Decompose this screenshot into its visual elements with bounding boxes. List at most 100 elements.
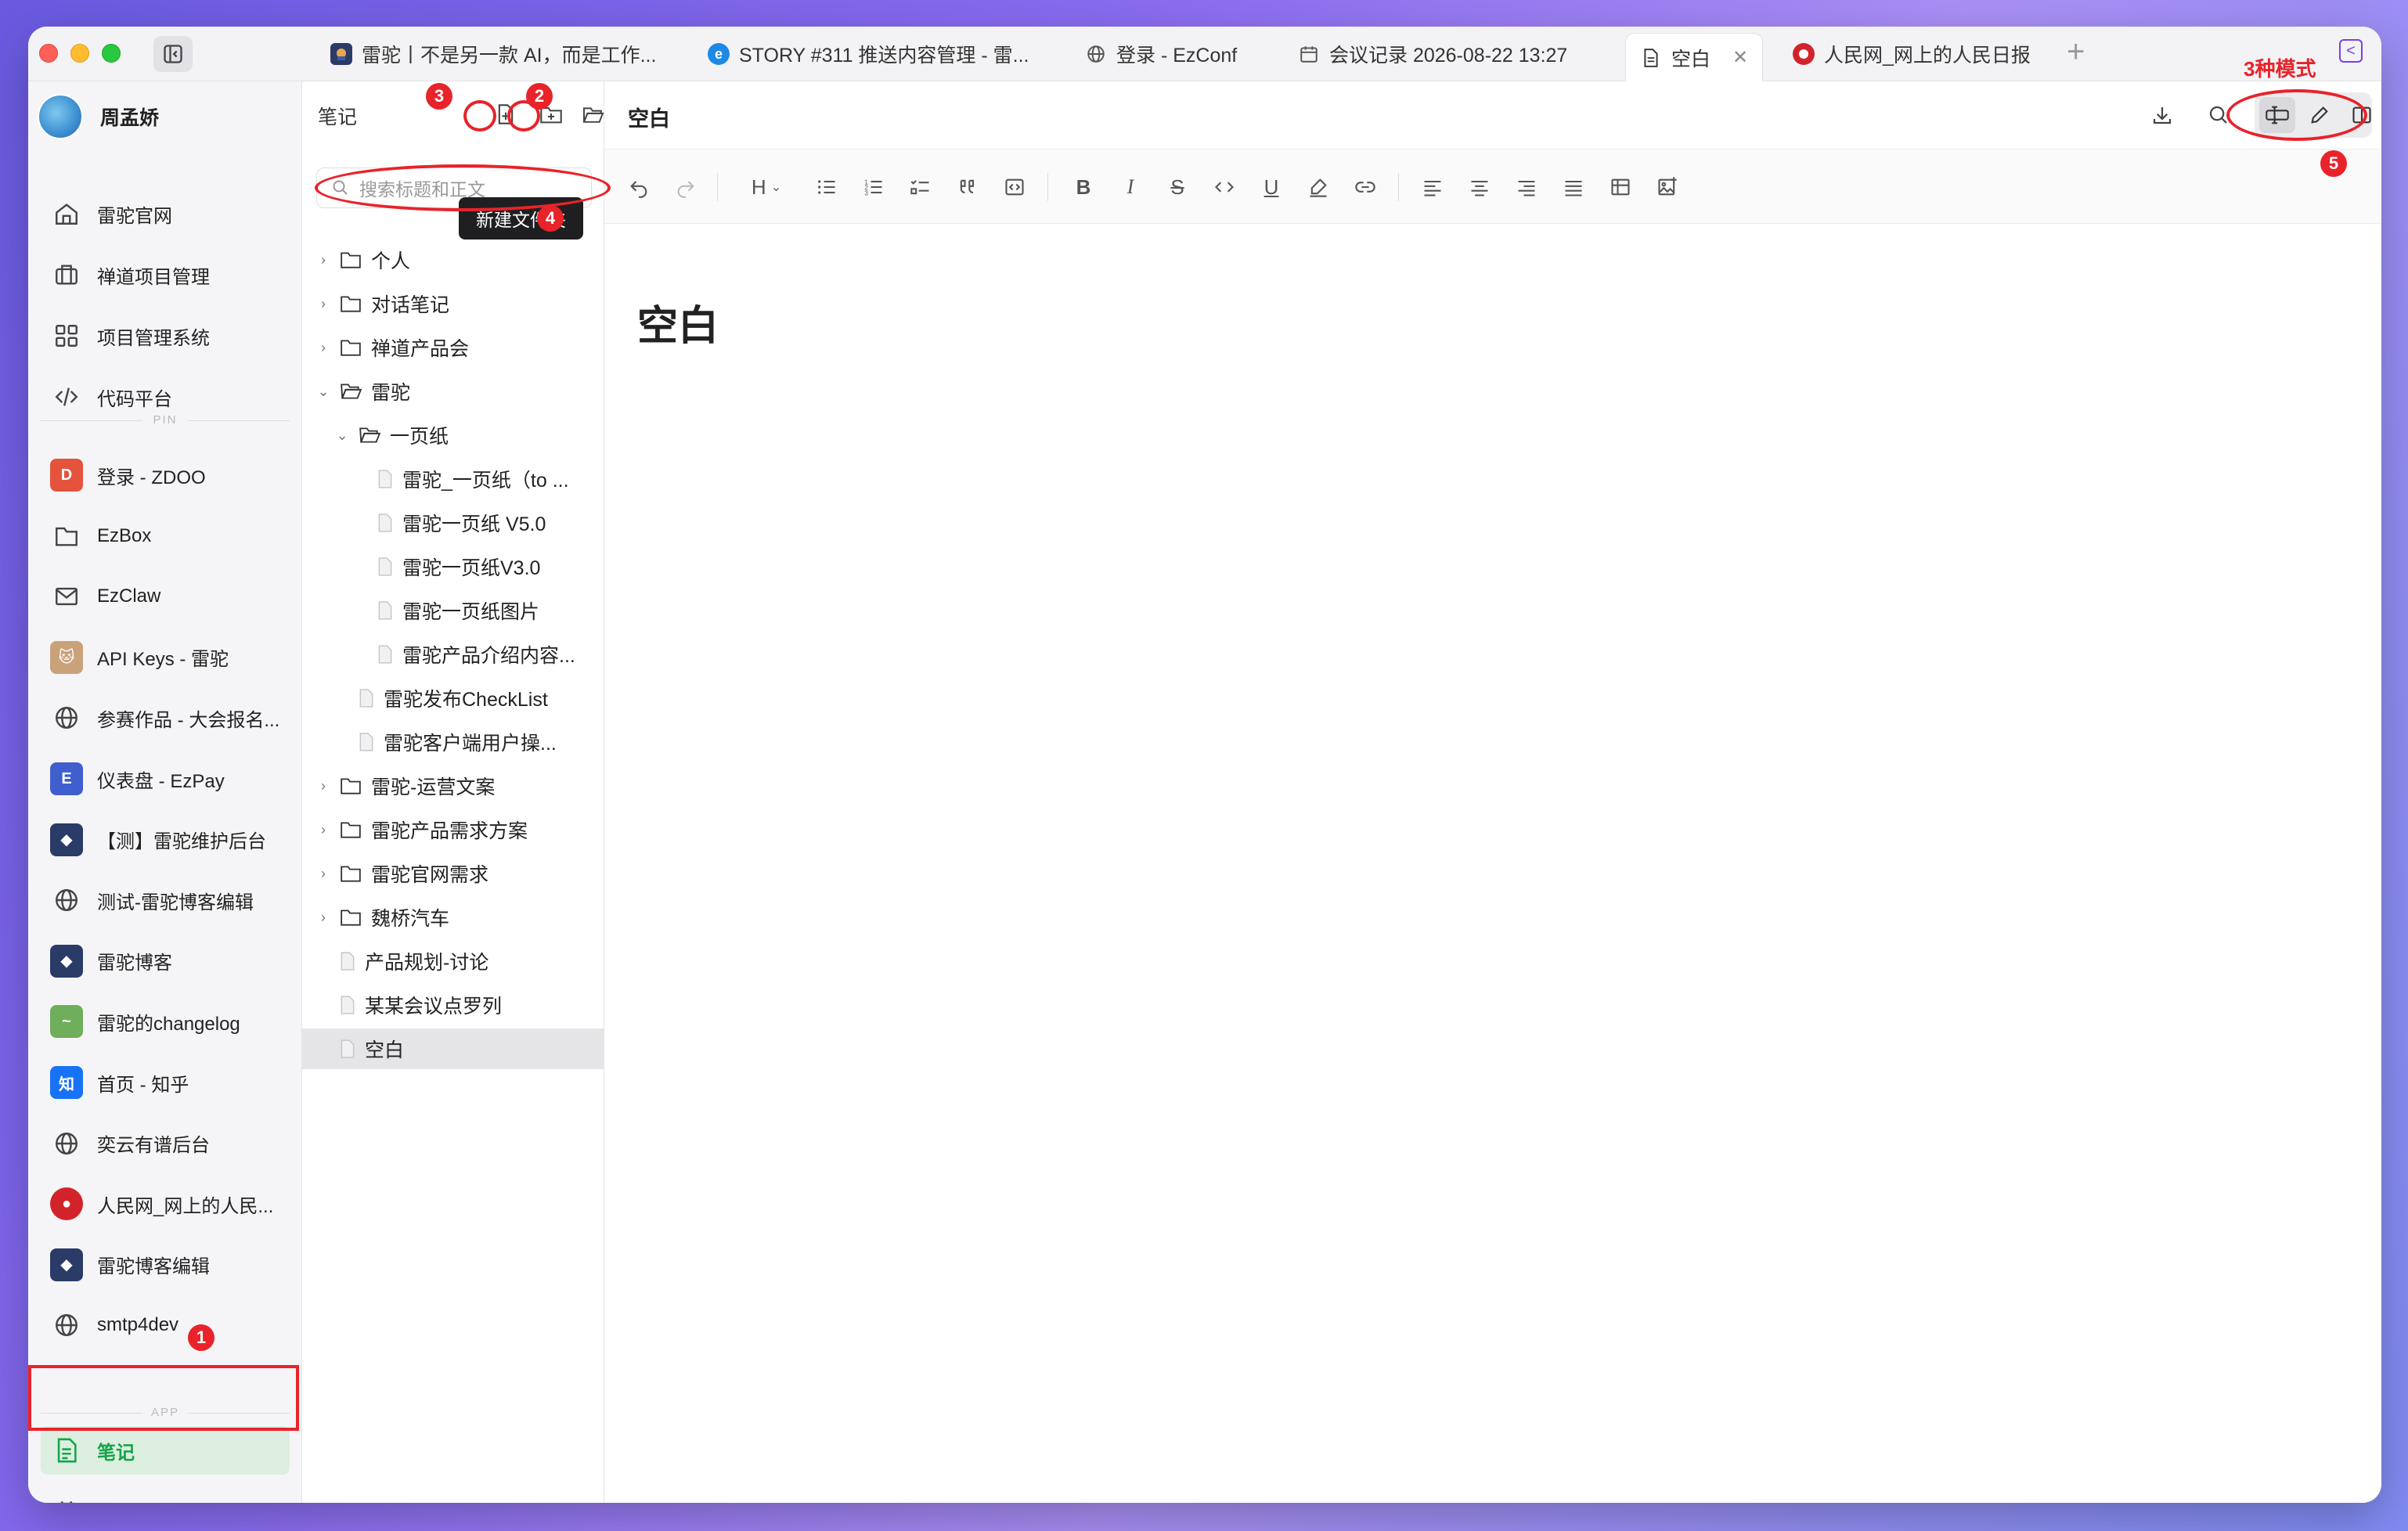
task-list-button[interactable]	[903, 170, 938, 204]
tree-file[interactable]: 某某会议点罗列	[302, 985, 604, 1025]
sidebar-pinned-item[interactable]: 知首页 - 知乎	[41, 1058, 290, 1107]
align-right-icon	[1518, 180, 1535, 196]
minimize-window-button[interactable]	[70, 44, 89, 63]
table-button[interactable]	[1603, 170, 1638, 204]
sidebar-pinned-item[interactable]: ● 人民网_网上的人民...	[41, 1180, 290, 1228]
strikethrough-button[interactable]: S	[1160, 170, 1195, 204]
tab-people-daily[interactable]: 人民网_网上的人民日报	[1793, 27, 2059, 81]
chevron-right-icon[interactable]: ›	[316, 910, 330, 926]
align-justify-button[interactable]	[1556, 170, 1591, 204]
sidebar-pinned-item[interactable]: ◆ 雷驼博客	[41, 937, 290, 985]
tab-leituo[interactable]: 雷驼丨不是另一款 AI，而是工作...	[330, 27, 675, 81]
align-center-button[interactable]	[1462, 170, 1497, 204]
tree-folder[interactable]: › 雷驼官网需求	[302, 853, 604, 894]
sidebar-pinned-item[interactable]: E 仪表盘 - EzPay	[41, 755, 290, 803]
tab-meeting[interactable]: 会议记录 2026-08-22 13:27	[1298, 27, 1627, 81]
sidebar-pinned-item[interactable]: ◆ 雷驼博客编辑	[41, 1241, 290, 1289]
heading-label: H	[751, 175, 766, 199]
tree-folder[interactable]: ⌄ 雷驼	[302, 371, 604, 412]
quote-icon	[960, 179, 975, 194]
heading-dropdown[interactable]: H ⌄	[739, 170, 794, 204]
chevron-right-icon[interactable]: ›	[316, 822, 330, 838]
tree-folder[interactable]: › 对话笔记	[302, 283, 604, 324]
tree-file[interactable]: 空白	[302, 1028, 604, 1069]
tree-folder[interactable]: ⌄ 一页纸	[302, 415, 604, 456]
chevron-down-icon[interactable]: ⌄	[316, 384, 330, 400]
tree-folder[interactable]: › 雷驼-运营文案	[302, 766, 604, 806]
sidebar-app-item[interactable]: 会议记录	[41, 1487, 290, 1503]
sidebar-pinned-item[interactable]: 测试-雷驼博客编辑	[41, 876, 290, 924]
tree-file[interactable]: 雷驼发布CheckList	[302, 678, 604, 719]
document-heading[interactable]: 空白	[637, 293, 719, 351]
maximize-window-button[interactable]	[102, 44, 121, 63]
sidebar-pinned-item[interactable]: 参赛作品 - 大会报名...	[41, 693, 290, 742]
sidebar-item-label: smtp4dev	[97, 1314, 179, 1336]
new-tab-button[interactable]: +	[2067, 34, 2085, 70]
tree-file[interactable]: 雷驼客户端用户操...	[302, 722, 604, 762]
close-window-button[interactable]	[39, 44, 58, 63]
tab-label: STORY #311 推送内容管理 - 雷...	[739, 45, 1029, 67]
tree-folder[interactable]: › 禅道产品会	[302, 327, 604, 368]
chevron-down-icon[interactable]: ⌄	[335, 427, 349, 444]
tab-blank-active[interactable]: 空白 ✕	[1625, 33, 1764, 81]
tree-folder[interactable]: › 雷驼产品需求方案	[302, 809, 604, 850]
sidebar-pinned-item[interactable]: EzClaw	[41, 572, 290, 621]
align-left-button[interactable]	[1415, 170, 1450, 204]
changelog-logo-icon: ~	[50, 1005, 83, 1039]
sidebar-pinned-item[interactable]: smtp4dev	[41, 1301, 290, 1349]
sidebar-pinned-item[interactable]: ◆ 【测】雷驼维护后台	[41, 816, 290, 864]
open-folder-button[interactable]	[581, 102, 606, 127]
tree-folder[interactable]: › 个人	[302, 240, 604, 280]
chevron-right-icon[interactable]: ›	[316, 296, 330, 312]
tree-file[interactable]: 产品规划-讨论	[302, 941, 604, 982]
file-icon	[340, 952, 355, 971]
leituo-logo-icon: ◆	[50, 1248, 83, 1281]
collapse-panel-icon[interactable]: <	[2339, 39, 2363, 63]
tree-file[interactable]: 雷驼_一页纸（to ...	[302, 459, 604, 499]
editor-pane: 空白 H ⌄ 123 B I S U 空白	[604, 81, 2381, 1503]
sidebar-pinned-item[interactable]: 🐱 API Keys - 雷驼	[41, 633, 290, 682]
tree-folder[interactable]: › 魏桥汽车	[302, 897, 604, 938]
download-button[interactable]	[2145, 99, 2179, 131]
undo-button[interactable]	[622, 170, 656, 204]
chevron-right-icon[interactable]: ›	[316, 340, 330, 356]
highlight-button[interactable]	[1301, 170, 1336, 204]
tree-file[interactable]: 雷驼一页纸 V5.0	[302, 503, 604, 543]
align-right-button[interactable]	[1509, 170, 1544, 204]
link-button[interactable]	[1348, 170, 1382, 204]
user-profile[interactable]: 周孟娇	[38, 94, 159, 139]
bold-button[interactable]: B	[1066, 170, 1101, 204]
sidebar-item[interactable]: 禅道项目管理	[41, 250, 290, 299]
sidebar-pinned-item[interactable]: 奕云有谱后台	[41, 1119, 290, 1168]
chevron-right-icon[interactable]: ›	[316, 252, 330, 268]
inline-code-button[interactable]	[1207, 170, 1242, 204]
chevron-right-icon[interactable]: ›	[316, 778, 330, 794]
bold-icon: B	[1076, 175, 1091, 199]
ordered-list-button[interactable]: 123	[856, 170, 891, 204]
redo-button[interactable]	[669, 170, 703, 204]
sidebar-pinned-item[interactable]: EzBox	[41, 512, 290, 560]
open-folder-icon	[582, 107, 604, 123]
sidebar-pinned-item[interactable]: ~ 雷驼的changelog	[41, 997, 290, 1046]
sidebar-app-item[interactable]: 笔记	[41, 1426, 290, 1475]
tree-file[interactable]: 雷驼产品介绍内容...	[302, 634, 604, 675]
tree-file[interactable]: 雷驼一页纸V3.0	[302, 546, 604, 587]
close-tab-icon[interactable]: ✕	[1732, 46, 1748, 69]
file-icon	[377, 470, 393, 488]
sidebar-toggle-button[interactable]	[153, 36, 193, 72]
code-block-button[interactable]	[997, 170, 1032, 204]
chevron-right-icon[interactable]: ›	[316, 866, 330, 882]
tab-story[interactable]: e STORY #311 推送内容管理 - 雷...	[708, 27, 1052, 81]
chevron-down-icon: ⌄	[770, 181, 782, 194]
sidebar-pinned-item[interactable]: D 登录 - ZDOO	[41, 451, 290, 499]
sidebar-item[interactable]: 雷驼官网	[41, 189, 290, 238]
quote-button[interactable]	[950, 170, 985, 204]
insert-image-button[interactable]	[1650, 170, 1685, 204]
code-icon	[50, 380, 83, 413]
bullet-list-button[interactable]	[809, 170, 844, 204]
underline-button[interactable]: U	[1254, 170, 1289, 204]
tab-ezconf[interactable]: 登录 - EzConf	[1085, 27, 1304, 81]
italic-button[interactable]: I	[1113, 170, 1148, 204]
tree-file[interactable]: 雷驼一页纸图片	[302, 590, 604, 631]
sidebar-item[interactable]: 项目管理系统	[41, 312, 290, 360]
